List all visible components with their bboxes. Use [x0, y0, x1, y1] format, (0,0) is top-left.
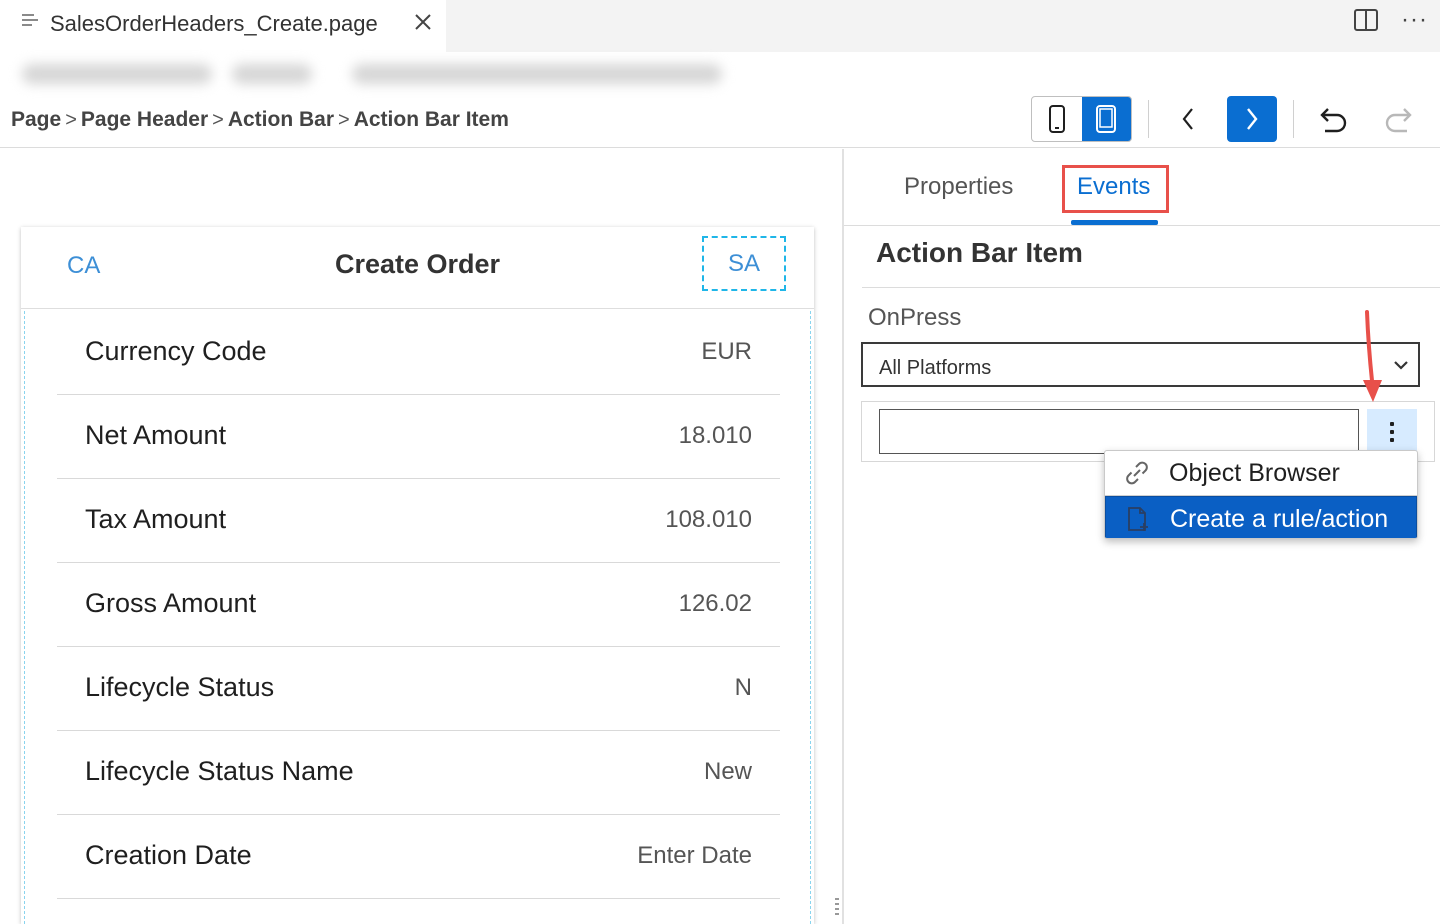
device-toggle-group — [1031, 96, 1132, 142]
redo-button[interactable] — [1373, 96, 1423, 142]
breadcrumb: Page > Page Header > Action Bar > Action… — [11, 108, 509, 132]
form-row[interactable]: Lifecycle Status N — [57, 647, 780, 731]
tablet-icon — [1096, 105, 1117, 133]
row-label: Creation Date — [85, 840, 252, 870]
row-label: Gross Amount — [85, 588, 257, 618]
events-highlight-box — [1062, 165, 1169, 213]
row-value: EUR — [701, 338, 752, 365]
row-value: New — [703, 758, 752, 785]
row-value: 108.010 — [665, 506, 752, 533]
editor-tab-title: SalesOrderHeaders_Create.page — [50, 11, 378, 36]
breadcrumb-item-page-header[interactable]: Page Header — [81, 108, 208, 132]
redo-icon — [1385, 108, 1412, 133]
chevron-down-icon — [1394, 361, 1408, 370]
more-actions-icon[interactable]: ··· — [1401, 8, 1428, 32]
breadcrumb-item-action-bar[interactable]: Action Bar — [228, 108, 334, 132]
tab-properties[interactable]: Properties — [904, 173, 1013, 201]
row-value: N — [734, 674, 752, 701]
page-title: Create Order — [334, 249, 501, 279]
event-label: OnPress — [868, 304, 962, 331]
kebab-menu-icon[interactable] — [1367, 409, 1417, 454]
row-label: Lifecycle Status — [85, 672, 275, 702]
row-label: Lifecycle Status Name — [85, 756, 354, 786]
platform-select-value: All Platforms — [879, 357, 992, 379]
form-row[interactable]: Creation Date Enter Date — [57, 815, 780, 899]
editor-tab-strip: SalesOrderHeaders_Create.page ··· — [0, 0, 1440, 52]
breadcrumb-bar: Page > Page Header > Action Bar > Action… — [0, 94, 1440, 148]
annotation-arrow-icon — [1363, 310, 1382, 402]
page-header: CA Create Order SA — [21, 227, 814, 309]
active-tab-indicator — [1071, 220, 1158, 225]
row-value: 18.010 — [678, 422, 752, 449]
chevron-left-icon — [1182, 108, 1193, 130]
page-preview: CA Create Order SA Currency Code EUR Net… — [21, 227, 814, 924]
section-title: Action Bar Item — [876, 237, 1083, 268]
breadcrumb-separator: > — [212, 108, 224, 131]
section-divider — [862, 287, 1440, 288]
platform-select[interactable]: All Platforms — [861, 342, 1420, 387]
context-menu: Object Browser Create a rule/action — [1104, 450, 1418, 539]
blurred-path — [12, 58, 732, 90]
new-file-icon — [1128, 507, 1148, 531]
breadcrumb-separator: > — [338, 108, 350, 131]
form-row[interactable]: Currency Code EUR — [57, 311, 780, 395]
tablet-view-button[interactable] — [1081, 97, 1131, 141]
event-value-input[interactable] — [879, 409, 1359, 454]
breadcrumb-separator: > — [65, 108, 77, 131]
row-label: Currency Code — [85, 336, 267, 366]
menu-item-label: Object Browser — [1169, 459, 1340, 487]
properties-panel: Properties Events Action Bar Item OnPres… — [844, 149, 1440, 924]
toolbar-divider — [1293, 100, 1294, 138]
row-label: Tax Amount — [85, 504, 227, 534]
close-icon[interactable] — [412, 11, 434, 33]
undo-button[interactable] — [1309, 96, 1359, 142]
menu-item-label: Create a rule/action — [1170, 505, 1389, 533]
menu-item-object-browser[interactable]: Object Browser — [1105, 451, 1417, 495]
undo-icon — [1320, 108, 1347, 133]
form-row[interactable]: Lifecycle Status Name New — [57, 731, 780, 815]
phone-icon — [1048, 105, 1065, 133]
panel-tabs: Properties Events — [844, 149, 1440, 226]
breadcrumb-item-page[interactable]: Page — [11, 108, 61, 132]
split-editor-icon[interactable] — [1353, 8, 1379, 32]
phone-view-button[interactable] — [1032, 97, 1082, 141]
toolbar-divider — [1148, 100, 1149, 138]
editor-tab[interactable]: SalesOrderHeaders_Create.page — [0, 0, 446, 52]
next-button[interactable] — [1227, 96, 1277, 142]
save-action-item[interactable]: SA — [702, 236, 786, 291]
form-row[interactable]: Tax Amount 108.010 — [57, 479, 780, 563]
row-value: Enter Date — [637, 842, 752, 869]
chevron-right-icon — [1247, 108, 1258, 130]
form-row[interactable]: Net Amount 18.010 — [57, 395, 780, 479]
link-icon — [1126, 461, 1148, 485]
breadcrumb-item-action-bar-item[interactable]: Action Bar Item — [354, 108, 509, 132]
file-lines-icon — [22, 14, 40, 32]
form-section: Currency Code EUR Net Amount 18.010 Tax … — [24, 311, 811, 924]
row-label: Net Amount — [85, 420, 227, 450]
previous-button[interactable] — [1163, 96, 1213, 142]
resize-grip-icon[interactable] — [835, 898, 839, 920]
menu-item-create-rule-action[interactable]: Create a rule/action — [1105, 496, 1417, 538]
row-value: 126.02 — [678, 590, 752, 617]
form-row[interactable]: Gross Amount 126.02 — [57, 563, 780, 647]
